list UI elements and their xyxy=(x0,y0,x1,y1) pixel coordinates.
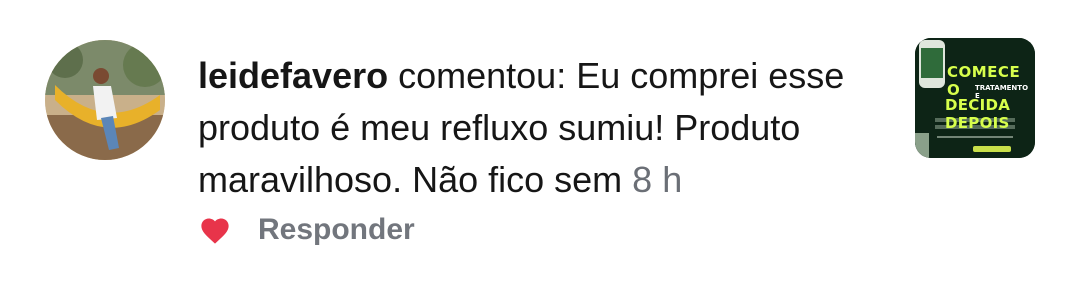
comment-text: leidefavero comentou: Eu comprei esse pr… xyxy=(198,50,888,206)
reply-button[interactable]: Responder xyxy=(258,213,415,247)
commenter-avatar[interactable] xyxy=(45,40,165,160)
avatar-photo xyxy=(45,40,165,160)
comment-actions: Responder xyxy=(198,208,415,252)
heart-icon[interactable] xyxy=(198,215,232,245)
comment-time: 8 h xyxy=(632,159,683,200)
thumbnail-line3: DECIDA DEPOIS xyxy=(945,96,1011,132)
post-thumbnail[interactable]: COMECE O TRATAMENTO E DECIDA DEPOIS xyxy=(915,38,1035,158)
comment-username[interactable]: leidefavero xyxy=(198,55,388,96)
